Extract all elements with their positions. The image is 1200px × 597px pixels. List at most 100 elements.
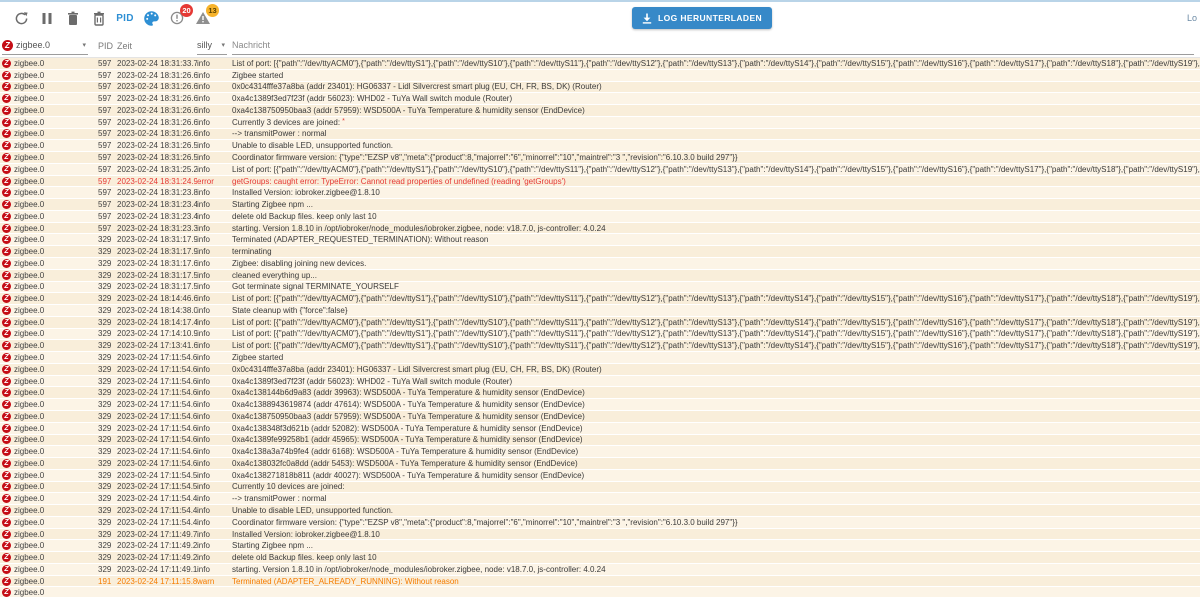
log-source-label: zigbee.0 bbox=[14, 129, 44, 138]
warning-counter-button[interactable]: 13 bbox=[190, 6, 216, 30]
log-row[interactable]: Z zigbee.0 329 2023-02-24 17:11:54.607 i… bbox=[0, 387, 1200, 399]
log-row[interactable]: Z zigbee.0 597 2023-02-24 18:31:26.660 i… bbox=[0, 93, 1200, 105]
log-row[interactable]: Z zigbee.0 329 2023-02-24 17:11:49.264 i… bbox=[0, 552, 1200, 564]
log-time-cell: 2023-02-24 17:11:15.872 bbox=[117, 577, 197, 586]
log-level-cell: info bbox=[197, 506, 232, 515]
pause-button[interactable] bbox=[34, 6, 60, 30]
log-row[interactable]: Z zigbee.0 329 2023-02-24 17:11:49.147 i… bbox=[0, 564, 1200, 576]
log-row[interactable]: Z zigbee.0 597 2023-02-24 18:31:26.661 i… bbox=[0, 70, 1200, 82]
log-row[interactable]: Z zigbee.0 597 2023-02-24 18:31:23.420 i… bbox=[0, 211, 1200, 223]
log-row[interactable]: Z zigbee.0 329 2023-02-24 17:11:54.476 i… bbox=[0, 517, 1200, 529]
log-message-cell: terminating bbox=[232, 247, 1200, 256]
zigbee-adapter-icon: Z bbox=[2, 165, 11, 174]
log-row[interactable]: Z zigbee.0 329 2023-02-24 18:14:46.674 i… bbox=[0, 293, 1200, 305]
log-source-label: zigbee.0 bbox=[14, 94, 44, 103]
log-message-cell: List of port: [{"path":"/dev/ttyACM0"},{… bbox=[232, 165, 1200, 174]
log-pid-cell: 597 bbox=[95, 177, 117, 186]
log-row[interactable]: Z zigbee.0 191 2023-02-24 17:11:15.872 w… bbox=[0, 576, 1200, 588]
log-row[interactable]: Z zigbee.0 329 2023-02-24 17:14:10.907 i… bbox=[0, 329, 1200, 341]
log-time-cell: 2023-02-24 18:31:17.592 bbox=[117, 282, 197, 291]
log-row[interactable]: Z zigbee.0 329 2023-02-24 17:11:54.608 i… bbox=[0, 376, 1200, 388]
clear-log-on-disk-button[interactable] bbox=[86, 6, 112, 30]
log-source-label: zigbee.0 bbox=[14, 294, 44, 303]
log-row[interactable]: Z zigbee.0 bbox=[0, 587, 1200, 597]
log-row[interactable]: Z zigbee.0 329 2023-02-24 18:31:17.594 i… bbox=[0, 270, 1200, 282]
log-row[interactable]: Z zigbee.0 329 2023-02-24 18:31:17.948 i… bbox=[0, 246, 1200, 258]
log-message-cell: Coordinator firmware version: {"type":"E… bbox=[232, 153, 1200, 162]
log-row[interactable]: Z zigbee.0 329 2023-02-24 18:14:38.087 i… bbox=[0, 305, 1200, 317]
log-source-label: zigbee.0 bbox=[14, 365, 44, 374]
log-row[interactable]: Z zigbee.0 597 2023-02-24 18:31:26.661 i… bbox=[0, 82, 1200, 94]
zigbee-adapter-icon: Z bbox=[2, 400, 11, 409]
pid-toggle-button[interactable]: PID bbox=[112, 6, 138, 30]
log-pid-cell: 597 bbox=[95, 82, 117, 91]
log-message-cell: Currently 10 devices are joined: bbox=[232, 482, 1200, 491]
refresh-button[interactable] bbox=[8, 6, 34, 30]
severity-filter-value: silly bbox=[197, 40, 212, 50]
log-message-cell: Zigbee: disabling joining new devices. bbox=[232, 259, 1200, 268]
log-row[interactable]: Z zigbee.0 329 2023-02-24 18:31:17.949 i… bbox=[0, 234, 1200, 246]
log-row[interactable]: Z zigbee.0 329 2023-02-24 17:11:54.611 i… bbox=[0, 352, 1200, 364]
log-row[interactable]: Z zigbee.0 597 2023-02-24 18:31:23.422 i… bbox=[0, 199, 1200, 211]
log-row[interactable]: Z zigbee.0 329 2023-02-24 17:13:41.633 i… bbox=[0, 340, 1200, 352]
clear-log-button[interactable] bbox=[60, 6, 86, 30]
log-row[interactable]: Z zigbee.0 597 2023-02-24 18:31:26.600 i… bbox=[0, 129, 1200, 141]
colorize-button[interactable] bbox=[138, 6, 164, 30]
source-filter-select[interactable]: Z zigbee.0 ▾ bbox=[2, 37, 88, 55]
log-pid-cell: 597 bbox=[95, 212, 117, 221]
log-pid-cell: 329 bbox=[95, 353, 117, 362]
log-row[interactable]: Z zigbee.0 597 2023-02-24 18:31:26.584 i… bbox=[0, 152, 1200, 164]
error-counter-button[interactable]: 20 bbox=[164, 6, 190, 30]
log-row[interactable]: Z zigbee.0 329 2023-02-24 17:11:54.604 i… bbox=[0, 423, 1200, 435]
severity-filter-select[interactable]: silly ▾ bbox=[197, 37, 227, 55]
log-row[interactable]: Z zigbee.0 597 2023-02-24 18:31:26.641 i… bbox=[0, 117, 1200, 129]
log-level-cell: info bbox=[197, 353, 232, 362]
zigbee-adapter-icon: Z bbox=[2, 482, 11, 491]
log-row[interactable]: Z zigbee.0 329 2023-02-24 17:11:49.265 i… bbox=[0, 540, 1200, 552]
log-message-cell: Starting Zigbee npm ... bbox=[232, 541, 1200, 550]
log-row[interactable]: Z zigbee.0 329 2023-02-24 17:11:54.495 i… bbox=[0, 493, 1200, 505]
log-row[interactable]: Z zigbee.0 597 2023-02-24 18:31:26.654 i… bbox=[0, 105, 1200, 117]
log-row[interactable]: Z zigbee.0 329 2023-02-24 17:11:49.753 i… bbox=[0, 529, 1200, 541]
log-row[interactable]: Z zigbee.0 329 2023-02-24 17:11:54.610 i… bbox=[0, 364, 1200, 376]
log-pid-cell: 329 bbox=[95, 365, 117, 374]
log-row[interactable]: Z zigbee.0 597 2023-02-24 18:31:23.330 i… bbox=[0, 223, 1200, 235]
log-row[interactable]: Z zigbee.0 329 2023-02-24 17:11:54.606 i… bbox=[0, 399, 1200, 411]
zigbee-adapter-icon: Z bbox=[2, 141, 11, 150]
message-filter-input[interactable] bbox=[232, 37, 1194, 55]
log-row[interactable]: Z zigbee.0 329 2023-02-24 17:11:54.603 i… bbox=[0, 435, 1200, 447]
log-pid-cell: 329 bbox=[95, 482, 117, 491]
log-row[interactable]: Z zigbee.0 329 2023-02-24 17:11:54.600 i… bbox=[0, 458, 1200, 470]
zigbee-adapter-icon: Z bbox=[2, 412, 11, 421]
log-source-cell: Z zigbee.0 bbox=[2, 459, 95, 468]
log-message-cell: Installed Version: iobroker.zigbee@1.8.1… bbox=[232, 530, 1200, 539]
log-row[interactable]: Z zigbee.0 329 2023-02-24 17:11:54.601 i… bbox=[0, 446, 1200, 458]
log-level-cell: info bbox=[197, 271, 232, 280]
log-time-cell: 2023-02-24 18:31:26.641 bbox=[117, 118, 197, 127]
log-source-cell: Z zigbee.0 bbox=[2, 235, 95, 244]
log-row[interactable]: Z zigbee.0 597 2023-02-24 18:31:25.241 i… bbox=[0, 164, 1200, 176]
log-row[interactable]: Z zigbee.0 329 2023-02-24 18:14:17.490 i… bbox=[0, 317, 1200, 329]
log-row[interactable]: Z zigbee.0 329 2023-02-24 17:11:54.478 i… bbox=[0, 505, 1200, 517]
log-row[interactable]: Z zigbee.0 329 2023-02-24 17:11:54.542 i… bbox=[0, 482, 1200, 494]
log-source-label: zigbee.0 bbox=[14, 212, 44, 221]
log-row[interactable]: Z zigbee.0 597 2023-02-24 18:31:33.745 i… bbox=[0, 58, 1200, 70]
log-level-cell: info bbox=[197, 200, 232, 209]
log-message-cell: List of port: [{"path":"/dev/ttyACM0"},{… bbox=[232, 294, 1200, 303]
log-row[interactable]: Z zigbee.0 329 2023-02-24 18:31:17.592 i… bbox=[0, 282, 1200, 294]
log-time-cell: 2023-02-24 18:31:26.654 bbox=[117, 106, 197, 115]
log-row[interactable]: Z zigbee.0 329 2023-02-24 17:11:54.605 i… bbox=[0, 411, 1200, 423]
zigbee-adapter-icon: Z bbox=[2, 106, 11, 115]
log-source-label: zigbee.0 bbox=[14, 247, 44, 256]
log-row[interactable]: Z zigbee.0 597 2023-02-24 18:31:24.910 e… bbox=[0, 176, 1200, 188]
download-log-button[interactable]: LOG HERUNTERLADEN bbox=[632, 7, 772, 29]
log-source-label: zigbee.0 bbox=[14, 106, 44, 115]
log-row[interactable]: Z zigbee.0 329 2023-02-24 18:31:17.610 i… bbox=[0, 258, 1200, 270]
log-row[interactable]: Z zigbee.0 329 2023-02-24 17:11:54.593 i… bbox=[0, 470, 1200, 482]
zigbee-adapter-icon: Z bbox=[2, 271, 11, 280]
log-message-cell: 0xa4c1389fe99258b1 (addr 45965): WSD500A… bbox=[232, 435, 1200, 444]
log-source-cell: Z zigbee.0 bbox=[2, 518, 95, 527]
log-row[interactable]: Z zigbee.0 597 2023-02-24 18:31:23.810 i… bbox=[0, 187, 1200, 199]
log-level-cell: info bbox=[197, 388, 232, 397]
log-row[interactable]: Z zigbee.0 597 2023-02-24 18:31:26.585 i… bbox=[0, 140, 1200, 152]
